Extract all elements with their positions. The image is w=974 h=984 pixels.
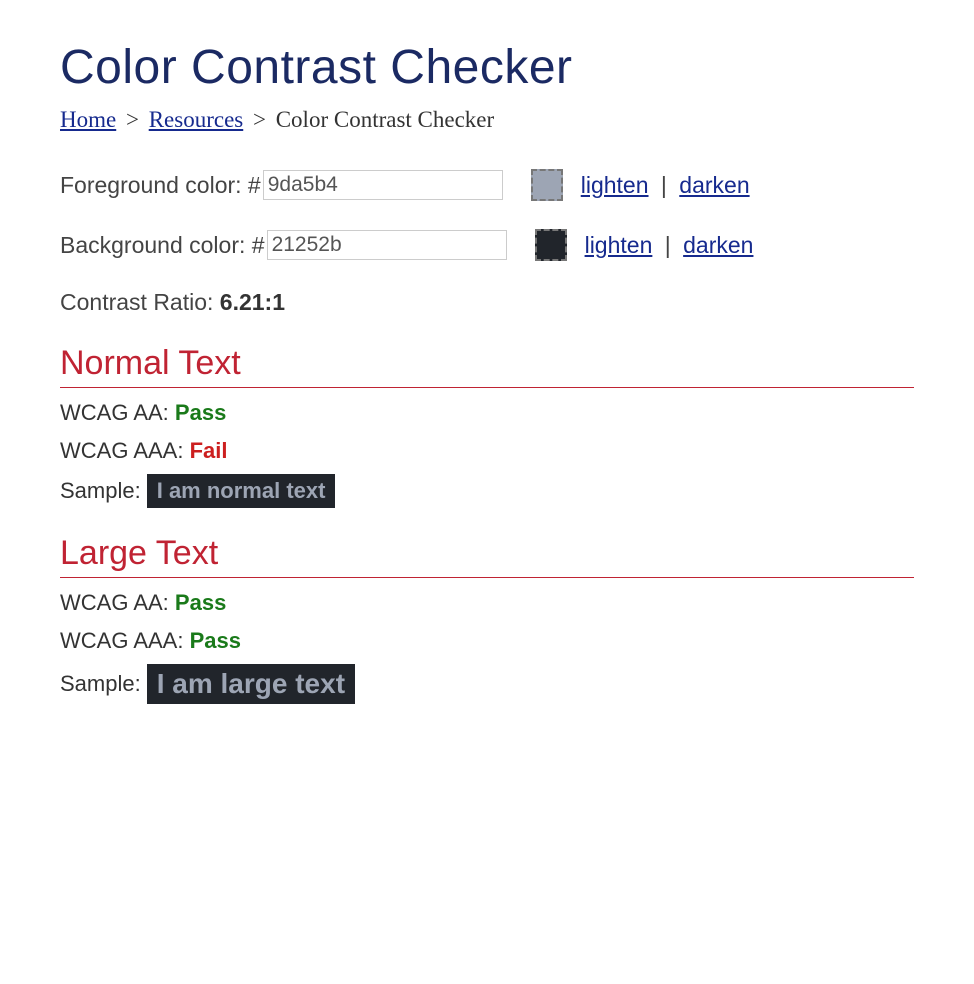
background-label: Background color: # (60, 232, 265, 259)
large-aaa-label: WCAG AAA: (60, 628, 190, 653)
normal-aa-result: Pass (175, 400, 226, 425)
contrast-ratio: Contrast Ratio: 6.21:1 (60, 289, 914, 316)
breadcrumb-resources-link[interactable]: Resources (149, 107, 244, 132)
large-aaa-result: Pass (190, 628, 241, 653)
foreground-darken-link[interactable]: darken (679, 172, 749, 198)
breadcrumb: Home > Resources > Color Contrast Checke… (60, 107, 914, 133)
page-title: Color Contrast Checker (60, 40, 914, 95)
large-text-heading: Large Text (60, 534, 914, 578)
large-aaa-line: WCAG AAA: Pass (60, 628, 914, 654)
link-divider: | (661, 172, 667, 198)
foreground-lighten-link[interactable]: lighten (581, 172, 649, 198)
background-swatch (535, 229, 567, 261)
normal-aa-line: WCAG AA: Pass (60, 400, 914, 426)
link-divider: | (665, 232, 671, 258)
normal-aaa-label: WCAG AAA: (60, 438, 190, 463)
normal-sample-box: I am normal text (147, 474, 336, 508)
breadcrumb-current: Color Contrast Checker (276, 107, 494, 132)
breadcrumb-home-link[interactable]: Home (60, 107, 116, 132)
foreground-label: Foreground color: # (60, 172, 261, 199)
normal-aaa-result: Fail (190, 438, 228, 463)
breadcrumb-separator: > (253, 107, 266, 132)
normal-aa-label: WCAG AA: (60, 400, 175, 425)
background-row: Background color: # lighten | darken (60, 229, 914, 261)
large-sample-line: Sample: I am large text (60, 664, 914, 704)
contrast-ratio-value: 6.21:1 (220, 289, 285, 315)
normal-aaa-line: WCAG AAA: Fail (60, 438, 914, 464)
large-aa-line: WCAG AA: Pass (60, 590, 914, 616)
normal-sample-line: Sample: I am normal text (60, 474, 914, 508)
large-aa-result: Pass (175, 590, 226, 615)
normal-sample-label: Sample: (60, 478, 141, 504)
large-aa-label: WCAG AA: (60, 590, 175, 615)
foreground-row: Foreground color: # lighten | darken (60, 169, 914, 201)
normal-text-heading: Normal Text (60, 344, 914, 388)
large-sample-box: I am large text (147, 664, 355, 704)
breadcrumb-separator: > (126, 107, 139, 132)
background-lighten-link[interactable]: lighten (585, 232, 653, 258)
contrast-ratio-label: Contrast Ratio: (60, 289, 220, 315)
foreground-swatch (531, 169, 563, 201)
background-input[interactable] (267, 230, 507, 260)
foreground-input[interactable] (263, 170, 503, 200)
background-darken-link[interactable]: darken (683, 232, 753, 258)
large-sample-label: Sample: (60, 671, 141, 697)
